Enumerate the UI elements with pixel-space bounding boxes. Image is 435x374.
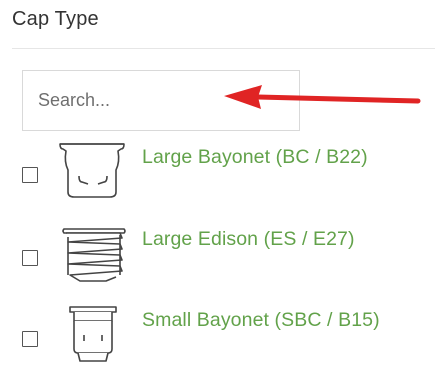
edison-screw-cap-icon (62, 228, 126, 282)
option-label[interactable]: Small Bayonet (SBC / B15) (142, 309, 380, 332)
option-large-edison[interactable]: Large Edison (ES / E27) (20, 225, 435, 285)
option-large-bayonet[interactable]: Large Bayonet (BC / B22) (20, 140, 435, 200)
checkbox-large-edison[interactable] (22, 250, 38, 266)
red-arrow-icon (224, 85, 421, 109)
checkbox-small-bayonet[interactable] (22, 331, 38, 347)
cap-type-filter-panel: Cap Type Large Bayonet (BC / B22) (0, 0, 435, 374)
option-label[interactable]: Large Edison (ES / E27) (142, 228, 355, 251)
filter-title: Cap Type (12, 8, 99, 30)
bayonet-cap-icon (59, 143, 125, 198)
small-bayonet-cap-icon (69, 306, 117, 362)
title-divider (12, 48, 435, 49)
checkbox-large-bayonet[interactable] (22, 167, 38, 183)
option-small-bayonet[interactable]: Small Bayonet (SBC / B15) (20, 305, 435, 365)
option-label[interactable]: Large Bayonet (BC / B22) (142, 146, 368, 169)
